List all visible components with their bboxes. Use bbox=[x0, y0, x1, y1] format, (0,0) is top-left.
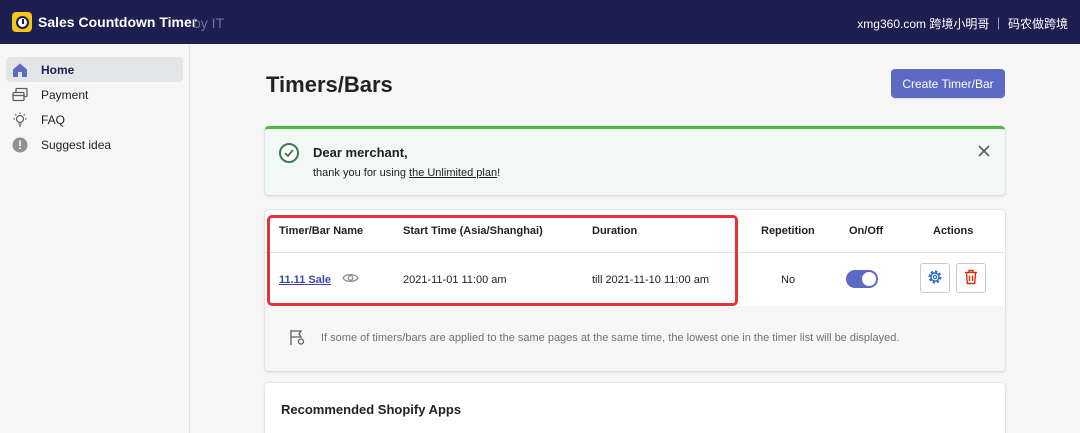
sidebar-item-home[interactable]: Home bbox=[6, 57, 183, 82]
note-text: If some of timers/bars are applied to th… bbox=[321, 332, 900, 344]
timers-table-card: Timer/Bar Name Start Time (Asia/Shanghai… bbox=[265, 210, 1005, 371]
banner-text-suffix: ! bbox=[497, 167, 501, 179]
repetition-cell: No bbox=[781, 274, 796, 286]
settings-button[interactable] bbox=[920, 263, 950, 293]
column-header-onoff: On/Off bbox=[849, 225, 884, 237]
on-off-toggle[interactable] bbox=[846, 270, 878, 288]
toggle-knob bbox=[862, 272, 876, 286]
success-banner: Dear merchant, thank you for using the U… bbox=[265, 126, 1005, 195]
sidebar-item-payment[interactable]: Payment bbox=[6, 82, 183, 107]
sidebar-item-label: Payment bbox=[41, 87, 89, 102]
create-timer-button[interactable]: Create Timer/Bar bbox=[891, 69, 1005, 98]
trash-icon bbox=[964, 269, 978, 288]
recommended-apps-card: Recommended Shopify Apps bbox=[265, 383, 1005, 433]
close-icon[interactable] bbox=[977, 144, 991, 158]
page-title: Timers/Bars bbox=[266, 72, 393, 97]
column-header-actions: Actions bbox=[933, 225, 974, 237]
gear-icon bbox=[927, 269, 943, 288]
delete-button[interactable] bbox=[956, 263, 986, 293]
payment-icon bbox=[12, 87, 28, 103]
app-by-label: by IT bbox=[193, 15, 225, 31]
sidebar-item-label: Suggest idea bbox=[41, 137, 112, 152]
sidebar-item-label: FAQ bbox=[41, 112, 66, 127]
sidebar: Home Payment FAQ Suggest idea bbox=[0, 44, 190, 433]
recommended-apps-title: Recommended Shopify Apps bbox=[281, 402, 462, 417]
alarm-clock-icon bbox=[12, 12, 32, 32]
flag-icon bbox=[289, 329, 306, 346]
timer-list-note: If some of timers/bars are applied to th… bbox=[265, 306, 1005, 371]
lightbulb-icon bbox=[12, 112, 28, 128]
banner-text-prefix: thank you for using bbox=[313, 167, 410, 179]
check-circle-icon bbox=[279, 143, 299, 163]
app-title: Sales Countdown Timer bbox=[38, 14, 198, 30]
highlight-box bbox=[267, 215, 738, 306]
main-content: Timers/Bars Create Timer/Bar Dear mercha… bbox=[190, 44, 1080, 433]
banner-text: thank you for using the Unlimited plan! bbox=[313, 167, 500, 179]
top-bar: Sales Countdown Timer by IT xmg360.com 跨… bbox=[0, 0, 1080, 44]
column-header-repetition: Repetition bbox=[761, 225, 815, 237]
sidebar-item-label: Home bbox=[41, 62, 75, 77]
alert-circle-icon bbox=[12, 137, 28, 153]
banner-title: Dear merchant, bbox=[313, 145, 408, 160]
sidebar-item-faq[interactable]: FAQ bbox=[6, 107, 183, 132]
unlimited-plan-link[interactable]: the Unlimited plan bbox=[409, 167, 497, 179]
home-icon bbox=[12, 62, 28, 78]
watermark-text: xmg360.com 跨境小明哥 ｜ 码农做跨境 bbox=[857, 17, 1068, 31]
sidebar-item-suggest-idea[interactable]: Suggest idea bbox=[6, 132, 183, 157]
